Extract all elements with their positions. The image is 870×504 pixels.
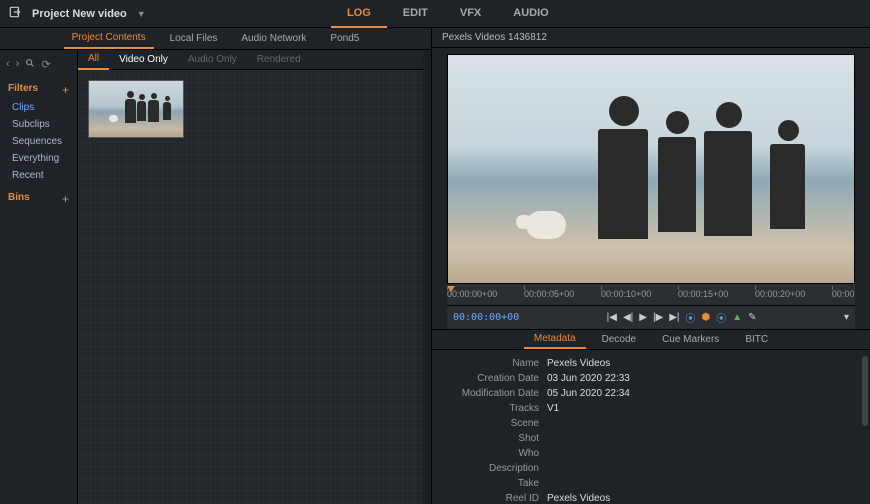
ruler-tick: 00:00:10+00	[601, 289, 678, 299]
project-title[interactable]: Project New video	[32, 8, 127, 20]
current-timecode[interactable]: 00:00:00+00	[453, 312, 519, 323]
tab-edit[interactable]: EDIT	[387, 0, 444, 28]
right-panel: Pexels Videos 1436812 00:00:00+00 00:00:…	[432, 28, 870, 504]
sidebar-item-everything[interactable]: Everything	[0, 150, 77, 167]
metadata-row: Reel IDPexels Videos	[442, 491, 860, 504]
filters-heading: Filters	[8, 83, 38, 97]
add-bin-button[interactable]: +	[62, 192, 69, 206]
metadata-row: Scene	[442, 416, 860, 431]
project-menu-caret-icon[interactable]: ▼	[137, 9, 146, 19]
metadata-label: Scene	[442, 418, 547, 429]
marker-button[interactable]: ⬢	[702, 312, 711, 323]
lp-tab-pond5[interactable]: Pond5	[322, 29, 367, 48]
metadata-value[interactable]: Pexels Videos	[547, 493, 610, 504]
metadata-label: Tracks	[442, 403, 547, 414]
ruler-tick: 00:00:05+00	[524, 289, 601, 299]
lp-tab-project-contents[interactable]: Project Contents	[64, 28, 154, 49]
ruler-tick: 00:00:15+00	[678, 289, 755, 299]
sidebar-item-subclips[interactable]: Subclips	[0, 116, 77, 133]
tab-log[interactable]: LOG	[331, 0, 387, 28]
metadata-value[interactable]: Pexels Videos	[547, 358, 610, 369]
subtab-rendered[interactable]: Rendered	[247, 50, 311, 69]
main-tabs: LOG EDIT VFX AUDIO	[146, 0, 750, 28]
add-filter-button[interactable]: +	[62, 83, 69, 97]
metadata-value[interactable]: 05 Jun 2020 22:34	[547, 388, 630, 399]
transport-menu-icon[interactable]: ▾	[844, 312, 849, 323]
subtab-all[interactable]: All	[78, 50, 109, 70]
clip-thumbnail[interactable]	[88, 80, 184, 138]
video-viewport[interactable]	[447, 54, 855, 284]
metadata-label: Name	[442, 358, 547, 369]
subtab-audio-only[interactable]: Audio Only	[178, 50, 247, 69]
meta-tab-decode[interactable]: Decode	[592, 331, 646, 348]
metadata-row: Who	[442, 446, 860, 461]
browser-scrollbar[interactable]	[423, 50, 431, 504]
sidebar-item-clips[interactable]: Clips	[0, 99, 77, 116]
add-marker-button[interactable]: ▲	[732, 312, 742, 323]
metadata-row: Shot	[442, 431, 860, 446]
ruler-tick: 00:00:00+00	[447, 289, 524, 299]
metadata-scrollbar[interactable]	[862, 356, 868, 426]
refresh-icon[interactable]: ⟳	[41, 58, 50, 71]
browser-subtabs: All Video Only Audio Only Rendered	[78, 50, 423, 70]
metadata-label: Description	[442, 463, 547, 474]
metadata-label: Who	[442, 448, 547, 459]
step-back-button[interactable]: ◀|	[623, 312, 633, 323]
metadata-value[interactable]: 03 Jun 2020 22:33	[547, 373, 630, 384]
sidebar-tools: ‹ › ⟳	[0, 54, 77, 75]
metadata-panel: Metadata Decode Cue Markers BITC NamePex…	[432, 329, 870, 504]
bins-heading: Bins	[8, 192, 30, 206]
subtab-video-only[interactable]: Video Only	[109, 50, 178, 69]
forward-icon[interactable]: ›	[16, 58, 20, 71]
sidebar-item-recent[interactable]: Recent	[0, 167, 77, 184]
meta-tab-bitc[interactable]: BITC	[735, 331, 778, 348]
metadata-row: Creation Date03 Jun 2020 22:33	[442, 371, 860, 386]
go-start-button[interactable]: |◀	[607, 312, 617, 323]
go-end-button[interactable]: ▶|	[669, 312, 679, 323]
left-panel-tabs: Project Contents Local Files Audio Netwo…	[0, 28, 431, 50]
viewer-clip-name: Pexels Videos 1436812	[432, 28, 870, 48]
metadata-label: Modification Date	[442, 388, 547, 399]
back-icon[interactable]: ‹	[6, 58, 10, 71]
top-bar: Project New video ▼ LOG EDIT VFX AUDIO	[0, 0, 870, 28]
sidebar-item-sequences[interactable]: Sequences	[0, 133, 77, 150]
ruler-tick: 00:00	[832, 289, 855, 299]
metadata-row: Description	[442, 461, 860, 476]
meta-tab-cue-markers[interactable]: Cue Markers	[652, 331, 729, 348]
metadata-row: TracksV1	[442, 401, 860, 416]
metadata-label: Take	[442, 478, 547, 489]
sidebar: ‹ › ⟳ Filters + Clips Subclips Sequences…	[0, 50, 78, 504]
metadata-label: Shot	[442, 433, 547, 444]
timeline-ruler[interactable]: 00:00:00+00 00:00:05+00 00:00:10+00 00:0…	[447, 284, 855, 305]
content: Project Contents Local Files Audio Netwo…	[0, 28, 870, 504]
transport-bar: 00:00:00+00 |◀ ◀| ▶ |▶ ▶| ⦿ ⬢ ⦿ ▲ ✎ ▾	[447, 305, 855, 329]
left-panel: Project Contents Local Files Audio Netwo…	[0, 28, 432, 504]
lp-tab-local-files[interactable]: Local Files	[162, 29, 226, 48]
metadata-body[interactable]: NamePexels VideosCreation Date03 Jun 202…	[432, 350, 870, 504]
tab-vfx[interactable]: VFX	[444, 0, 497, 28]
search-icon[interactable]	[25, 58, 35, 71]
mark-in-button[interactable]: ⦿	[686, 310, 696, 325]
metadata-row: Take	[442, 476, 860, 491]
metadata-row: Modification Date05 Jun 2020 22:34	[442, 386, 860, 401]
mark-out-button[interactable]: ⦿	[716, 310, 726, 325]
play-button[interactable]: ▶	[639, 312, 647, 323]
meta-tab-metadata[interactable]: Metadata	[524, 330, 586, 349]
metadata-label: Reel ID	[442, 493, 547, 504]
clip-grid[interactable]	[78, 70, 423, 504]
exit-icon[interactable]	[8, 5, 22, 22]
metadata-value[interactable]: V1	[547, 403, 559, 414]
lp-tab-audio-network[interactable]: Audio Network	[233, 29, 314, 48]
edit-marker-button[interactable]: ✎	[748, 312, 756, 323]
metadata-tabs: Metadata Decode Cue Markers BITC	[432, 330, 870, 350]
metadata-label: Creation Date	[442, 373, 547, 384]
viewer-area: 00:00:00+00 00:00:05+00 00:00:10+00 00:0…	[432, 48, 870, 329]
metadata-row: NamePexels Videos	[442, 356, 860, 371]
tab-audio[interactable]: AUDIO	[497, 0, 564, 28]
clip-browser: All Video Only Audio Only Rendered	[78, 50, 423, 504]
ruler-tick: 00:00:20+00	[755, 289, 832, 299]
step-forward-button[interactable]: |▶	[653, 312, 663, 323]
